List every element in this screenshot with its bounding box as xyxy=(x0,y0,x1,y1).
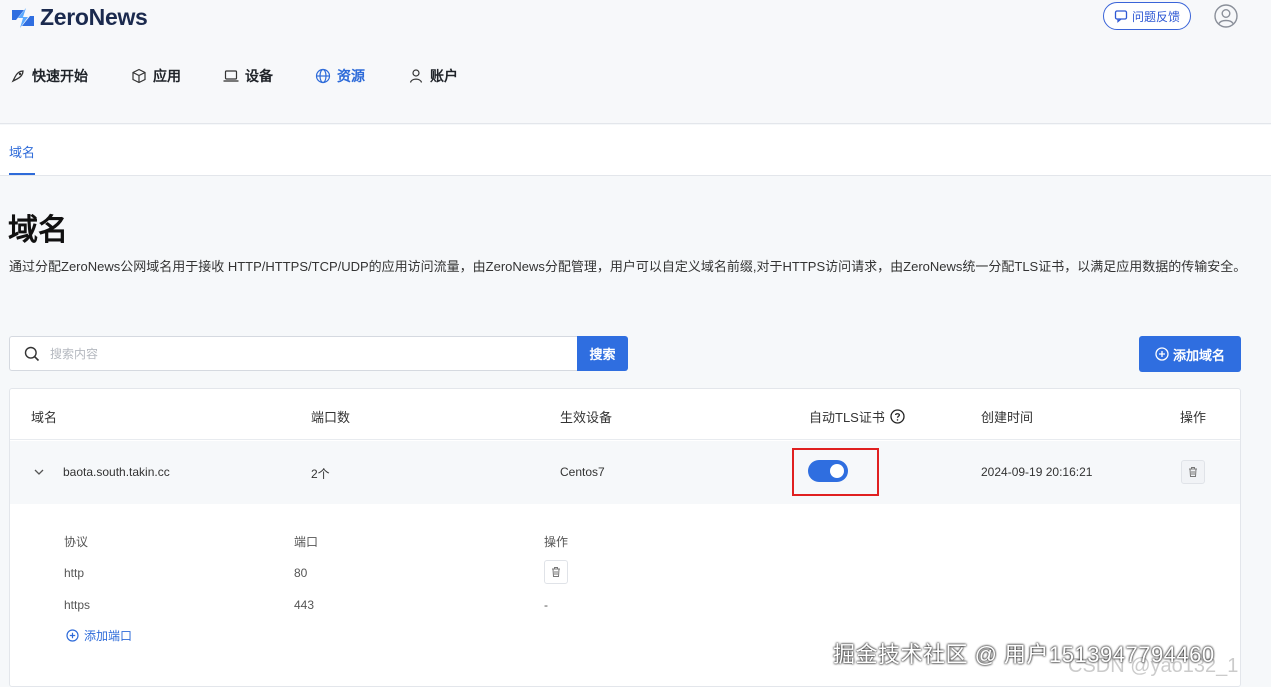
sub-th-protocol: 协议 xyxy=(64,535,89,549)
table-row: baota.south.takin.cc 2个 Centos7 2024-09-… xyxy=(10,441,1240,504)
cell-device: Centos7 xyxy=(560,465,605,479)
plus-circle-icon xyxy=(66,629,79,642)
sub-cell-port: 443 xyxy=(294,598,315,612)
th-actions: 操作 xyxy=(1180,410,1207,425)
user-avatar-icon[interactable] xyxy=(1214,4,1238,28)
page-title: 域名 xyxy=(8,214,68,247)
sub-cell-protocol: http xyxy=(64,566,85,580)
nav-item-devices[interactable]: 设备 xyxy=(223,62,273,90)
feedback-label: 问题反馈 xyxy=(1132,9,1181,24)
sub-cell-protocol: https xyxy=(64,598,91,612)
help-icon[interactable] xyxy=(890,409,905,424)
add-port-link[interactable]: 添加端口 xyxy=(66,627,132,644)
nav-label-apps: 应用 xyxy=(153,68,181,84)
add-domain-label: 添加域名 xyxy=(1172,347,1225,363)
th-device: 生效设备 xyxy=(560,410,613,425)
search-icon xyxy=(24,346,40,361)
app-name: ZeroNews xyxy=(40,4,148,30)
sub-th-port: 端口 xyxy=(294,535,319,549)
nav-item-resources[interactable]: 资源 xyxy=(315,62,365,90)
globe-icon xyxy=(315,68,331,84)
sub-cell-action: - xyxy=(544,598,548,612)
add-port-label: 添加端口 xyxy=(84,629,133,643)
sub-th-actions: 操作 xyxy=(544,535,569,549)
page-description: 通过分配ZeroNews公网域名用于接收 HTTP/HTTPS/TCP/UDP的… xyxy=(9,259,1247,274)
nav-label-account: 账户 xyxy=(430,68,458,84)
tab-domains[interactable]: 域名 xyxy=(9,142,35,161)
tab-active-indicator xyxy=(9,173,35,175)
nav-item-account[interactable]: 账户 xyxy=(408,62,458,90)
th-tls: 自动TLS证书 xyxy=(809,407,905,426)
app-logo[interactable]: ZeroNews xyxy=(10,4,148,31)
top-header: ZeroNews 问题反馈 快速开始 应用 设备 资源 账户 xyxy=(0,0,1271,124)
sub-nav: 域名 xyxy=(0,125,1271,176)
add-domain-button[interactable]: 添加域名 xyxy=(1139,336,1241,372)
feedback-button[interactable]: 问题反馈 xyxy=(1103,2,1192,30)
delete-domain-button[interactable] xyxy=(1181,460,1205,484)
table-header: 域名 端口数 生效设备 自动TLS证书 创建时间 操作 xyxy=(10,389,1240,440)
nav-item-apps[interactable]: 应用 xyxy=(131,62,181,90)
th-created: 创建时间 xyxy=(981,410,1034,425)
nav-label-devices: 设备 xyxy=(245,68,273,84)
nav-label-quickstart: 快速开始 xyxy=(32,68,88,84)
cell-ports: 2个 xyxy=(311,467,330,481)
cell-domain: baota.south.takin.cc xyxy=(63,465,170,479)
zeronews-logo-icon xyxy=(12,7,34,28)
th-tls-label: 自动TLS证书 xyxy=(809,410,885,425)
trash-icon xyxy=(552,567,560,577)
th-ports: 端口数 xyxy=(311,410,351,425)
feedback-icon xyxy=(1114,10,1128,23)
search-input[interactable] xyxy=(50,346,550,361)
plus-circle-icon xyxy=(1155,347,1169,361)
rocket-icon xyxy=(11,70,24,83)
th-domain: 域名 xyxy=(31,410,58,425)
trash-icon xyxy=(1189,467,1197,477)
laptop-icon xyxy=(223,70,239,82)
cell-created: 2024-09-19 20:16:21 xyxy=(981,465,1093,479)
nav-label-resources: 资源 xyxy=(337,68,365,84)
cube-icon xyxy=(132,68,146,84)
chevron-down-icon[interactable] xyxy=(32,465,46,479)
nav-item-quickstart[interactable]: 快速开始 xyxy=(10,62,88,90)
delete-port-button[interactable] xyxy=(544,560,568,584)
juejin-watermark: 掘金技术社区 @ 用户1513947794460 xyxy=(833,642,1215,667)
search-button[interactable]: 搜索 xyxy=(577,336,628,371)
user-icon xyxy=(409,69,423,83)
sub-cell-port: 80 xyxy=(294,566,308,580)
search-box xyxy=(9,336,577,371)
toggle-knob xyxy=(830,464,844,478)
tls-toggle[interactable] xyxy=(808,460,848,482)
